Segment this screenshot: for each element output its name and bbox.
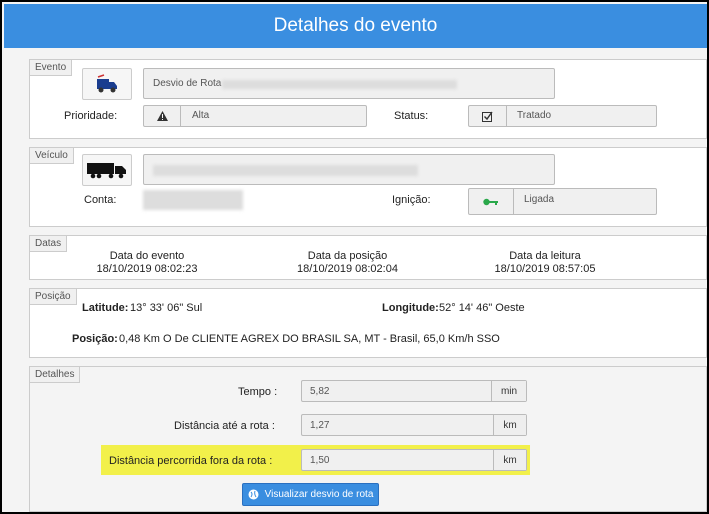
evento-panel: Evento Desvio de Rota Prioridade: Alta S… xyxy=(29,59,707,139)
latitude-value: 13° 33' 06" Sul xyxy=(130,302,203,314)
tempo-label: Tempo : xyxy=(238,386,278,398)
distancia-fora-value: 1,50 xyxy=(310,455,330,466)
detalhes-legend: Detalhes xyxy=(29,366,81,383)
distancia-rota-unit: km xyxy=(493,415,526,435)
longitude-value: 52° 14' 46" Oeste xyxy=(439,302,525,314)
status-label: Status: xyxy=(394,110,429,122)
prioridade-value: Alta xyxy=(192,110,210,121)
distancia-rota-value: 1,27 xyxy=(310,420,330,431)
data-evento-label: Data do evento xyxy=(109,250,185,262)
visualizar-desvio-label: Visualizar desvio de rota xyxy=(264,489,374,500)
event-name-text: Desvio de Rota xyxy=(153,78,222,89)
distancia-rota-field: 1,27 km xyxy=(301,414,527,436)
event-name-field: Desvio de Rota xyxy=(143,68,555,99)
event-type-icon xyxy=(82,68,132,100)
distancia-fora-field: 1,50 km xyxy=(301,449,527,471)
warning-icon xyxy=(144,106,181,126)
tempo-field: 5,82 min xyxy=(301,380,527,402)
checkbox-icon xyxy=(469,106,507,126)
vehicle-name-field xyxy=(143,154,555,185)
evento-legend: Evento xyxy=(29,59,73,76)
globe-icon xyxy=(248,489,259,500)
key-icon xyxy=(469,189,514,214)
truck-icon xyxy=(82,154,132,186)
datas-panel: Datas Data do evento 18/10/2019 08:02:23… xyxy=(29,235,707,280)
veiculo-panel: Veículo Conta: Ignição: Ligada xyxy=(29,147,707,227)
prioridade-field: Alta xyxy=(143,105,367,127)
conta-value-redacted xyxy=(143,190,243,210)
posicao-value: 0,48 Km O De CLIENTE AGREX DO BRASIL SA,… xyxy=(119,333,500,345)
datas-legend: Datas xyxy=(29,235,68,252)
dialog-frame: Detalhes do evento Evento Desvio de Rota… xyxy=(0,0,709,514)
posicao-legend: Posição xyxy=(29,288,77,305)
prioridade-label: Prioridade: xyxy=(64,110,118,122)
longitude-label: Longitude: xyxy=(382,302,439,314)
data-leitura-value: 18/10/2019 08:57:05 xyxy=(494,263,596,275)
conta-label: Conta: xyxy=(84,194,117,206)
status-value: Tratado xyxy=(517,110,552,121)
ignicao-field: Ligada xyxy=(468,188,657,215)
distancia-rota-label: Distância até a rota : xyxy=(174,420,275,432)
data-posicao-value: 18/10/2019 08:02:04 xyxy=(297,263,398,275)
redacted-text xyxy=(153,165,418,176)
ignicao-label: Ignição: xyxy=(392,194,431,206)
tempo-unit: min xyxy=(491,381,526,401)
visualizar-desvio-button[interactable]: Visualizar desvio de rota xyxy=(242,483,379,506)
tempo-value: 5,82 xyxy=(310,386,330,397)
distancia-fora-unit: km xyxy=(493,450,526,470)
status-field: Tratado xyxy=(468,105,657,127)
posicao-label: Posição: xyxy=(72,333,118,345)
redacted-text xyxy=(222,80,457,89)
ignicao-value: Ligada xyxy=(524,194,555,205)
posicao-panel: Posição Latitude: 13° 33' 06" Sul Longit… xyxy=(29,288,707,358)
veiculo-legend: Veículo xyxy=(29,147,74,164)
distancia-fora-label: Distância percorrida fora da rota : xyxy=(109,455,273,467)
latitude-label: Latitude: xyxy=(82,302,129,314)
dialog-title: Detalhes do evento xyxy=(4,4,707,48)
data-posicao-label: Data da posição xyxy=(307,250,388,262)
data-evento-value: 18/10/2019 08:02:23 xyxy=(96,263,198,275)
data-leitura-label: Data da leitura xyxy=(509,250,581,262)
